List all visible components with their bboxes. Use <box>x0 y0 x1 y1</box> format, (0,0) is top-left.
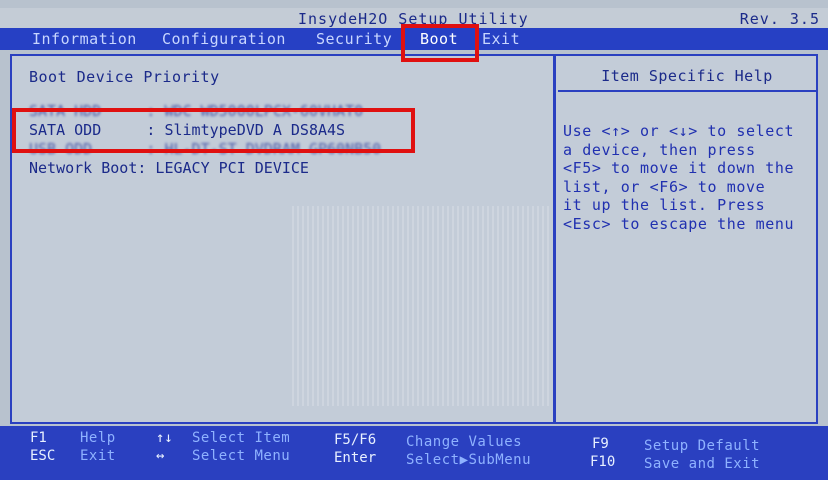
help-panel: Item Specific Help Use <↑> or <↓> to sel… <box>558 56 816 422</box>
help-text: Use <↑> or <↓> to select a device, then … <box>563 122 815 234</box>
boot-item-sata-odd[interactable]: SATA ODD : SlimtypeDVD A DS8A4S <box>29 121 345 139</box>
key-f5f6-desc: Change Values <box>406 434 523 450</box>
key-enter: Enter <box>334 450 377 466</box>
key-f5f6: F5/F6 <box>334 432 377 448</box>
help-title: Item Specific Help <box>558 56 816 92</box>
key-f10-desc: Save and Exit <box>644 456 761 472</box>
menu-exit[interactable]: Exit <box>482 30 520 48</box>
key-leftright: ↔ <box>156 448 165 464</box>
app-title: InsydeH2O Setup Utility <box>298 10 529 28</box>
key-f1-desc: Help <box>80 430 116 446</box>
help-line: it up the list. Press <box>563 196 766 215</box>
section-title: Boot Device Priority <box>29 68 220 86</box>
menu-boot[interactable]: Boot <box>420 30 458 48</box>
key-esc: ESC <box>30 448 56 464</box>
menu-configuration[interactable]: Configuration <box>162 30 286 48</box>
bios-screen: InsydeH2O Setup Utility Rev. 3.5 Informa… <box>0 0 828 480</box>
help-line: <F5> to move it down the <box>563 159 795 178</box>
key-f10: F10 <box>590 454 616 470</box>
menu-bar: Information Configuration Security Boot … <box>0 28 828 50</box>
menu-security[interactable]: Security <box>316 30 392 48</box>
boot-item-sata-hdd[interactable]: SATA HDD : WDC WD5000LPCX-60VHAT0 <box>29 102 363 120</box>
menu-information[interactable]: Information <box>32 30 137 48</box>
revision-label: Rev. 3.5 <box>739 10 820 28</box>
key-enter-desc: Select▶SubMenu <box>406 452 532 468</box>
key-updown: ↑↓ <box>156 430 173 446</box>
key-updown-desc: Select Item <box>192 430 291 446</box>
boot-item-usb-odd[interactable]: USB ODD : HL-DT-ST DVDRAM GP60NB50 <box>29 140 381 158</box>
help-line: list, or <F6> to move <box>563 177 766 196</box>
key-f9: F9 <box>592 436 609 452</box>
title-bar: InsydeH2O Setup Utility Rev. 3.5 <box>0 8 828 28</box>
main-panel: Boot Device Priority SATA HDD : WDC WD50… <box>10 54 818 424</box>
boot-item-network-boot[interactable]: Network Boot: LEGACY PCI DEVICE <box>29 159 309 177</box>
footer-key-legend: F1 Help ESC Exit ↑↓ Select Item ↔ Select… <box>0 426 828 480</box>
help-line: Use <↑> or <↓> to select <box>563 122 795 140</box>
key-f9-desc: Setup Default <box>644 438 761 454</box>
boot-priority-panel: Boot Device Priority SATA HDD : WDC WD50… <box>12 56 556 422</box>
key-f1: F1 <box>30 430 47 446</box>
key-leftright-desc: Select Menu <box>192 448 291 464</box>
key-esc-desc: Exit <box>80 448 116 464</box>
help-line: a device, then press <box>563 140 756 159</box>
help-line: <Esc> to escape the menu <box>563 214 795 233</box>
